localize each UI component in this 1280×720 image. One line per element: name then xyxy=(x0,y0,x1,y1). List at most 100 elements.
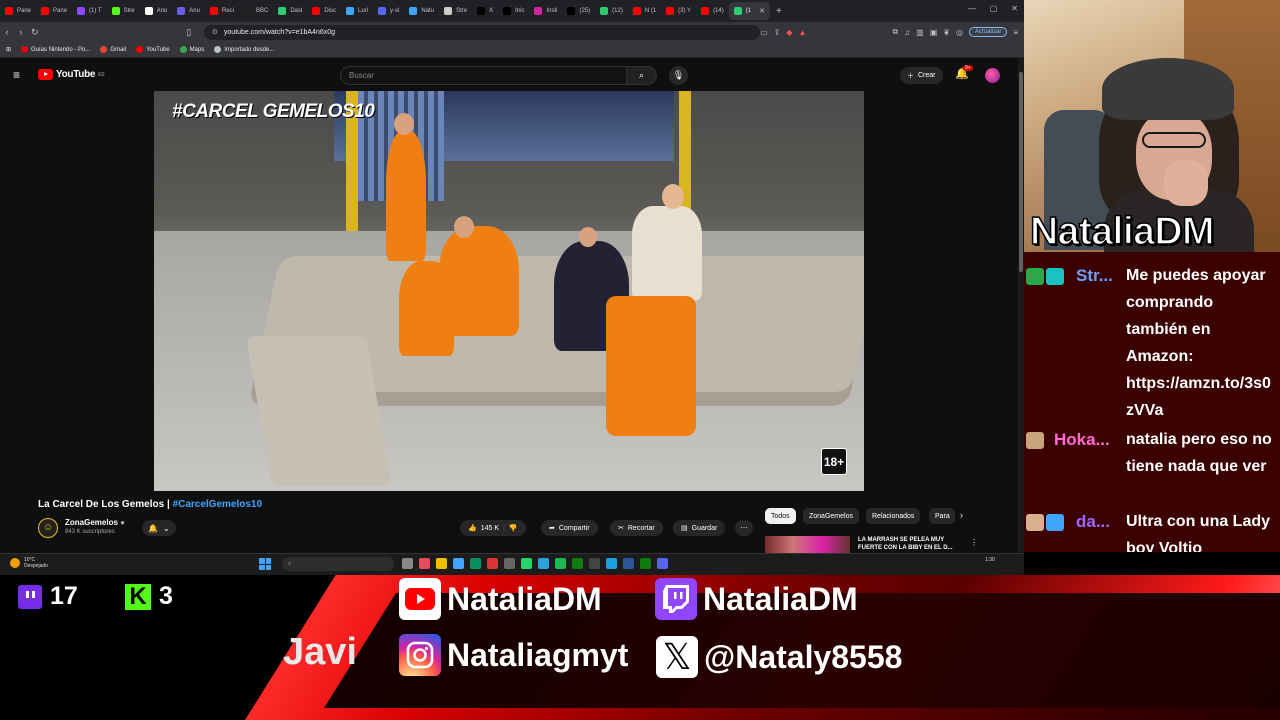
brave-icon[interactable] xyxy=(487,558,498,569)
calculator-icon[interactable] xyxy=(504,558,515,569)
weather-widget[interactable]: 10°C Despejado xyxy=(10,557,48,569)
browser-tab[interactable]: (1) T xyxy=(72,2,107,20)
browser-tab[interactable]: y-sl xyxy=(373,2,404,20)
recommended-thumbnail[interactable] xyxy=(765,536,850,553)
cast-icon[interactable]: ▭ xyxy=(760,28,768,37)
subscription-bell-button[interactable]: 🔔 ⌄ xyxy=(142,520,176,536)
channel-name[interactable]: ZonaGemelos ● xyxy=(65,518,125,527)
apps-icon[interactable]: ⊞ xyxy=(6,46,11,53)
browser-tab[interactable]: (14) xyxy=(696,2,729,20)
browser-tab[interactable]: N (1 xyxy=(628,2,661,20)
browser-tab[interactable]: (3) Y xyxy=(661,2,696,20)
video-player[interactable]: #CARCEL GEMELOS10 18+ xyxy=(154,91,864,491)
chip-relacionados[interactable]: Relacionados xyxy=(866,508,921,524)
music-icon[interactable]: ♫ xyxy=(904,28,910,37)
chip-todos[interactable]: Todos xyxy=(765,508,796,524)
app-icon[interactable] xyxy=(606,558,617,569)
browser-tab[interactable]: Insti xyxy=(529,2,562,20)
wallet-icon[interactable]: ◎ xyxy=(956,28,963,37)
shield-icon[interactable]: ◆ xyxy=(786,28,792,37)
more-vertical-icon[interactable]: ⋮ xyxy=(970,538,978,547)
close-window-icon[interactable]: ✕ xyxy=(1011,4,1018,13)
thumbs-down-icon[interactable]: 👎 xyxy=(509,524,518,532)
browser-tab[interactable]: Dasl xyxy=(273,2,307,20)
create-button[interactable]: ＋ Crear xyxy=(900,67,943,84)
search-button[interactable]: ⌕ xyxy=(627,66,657,85)
browser-tab[interactable]: Pane xyxy=(0,2,36,20)
screenshot-icon[interactable]: ▣ xyxy=(930,28,938,37)
leaf-icon[interactable]: ❦ xyxy=(943,28,950,37)
youtube-logo[interactable]: YouTube ES xyxy=(38,69,105,80)
whatsapp-icon[interactable] xyxy=(521,558,532,569)
video-title-hashtag[interactable]: #CarcelGemelos10 xyxy=(173,499,263,510)
save-button[interactable]: ▤ Guardar xyxy=(673,520,726,536)
more-actions-button[interactable]: ⋯ xyxy=(735,520,753,536)
xbox-icon[interactable] xyxy=(640,558,651,569)
xbox-icon[interactable] xyxy=(572,558,583,569)
update-button[interactable]: Actualizar xyxy=(968,27,1008,37)
browser-tab[interactable]: (25) xyxy=(562,2,595,20)
chevron-right-icon[interactable]: › xyxy=(960,510,963,520)
address-bar[interactable]: ⚙ youtube.com/watch?v=e1bA4n6x0g xyxy=(203,24,761,40)
app-icon[interactable] xyxy=(419,558,430,569)
browser-tab[interactable]: Anu xyxy=(140,2,173,20)
bookmark-item[interactable]: Maps xyxy=(179,46,204,53)
new-tab-icon[interactable]: + xyxy=(776,6,782,17)
browser-tab[interactable]: BBC xyxy=(239,2,273,20)
extension-icon[interactable]: ⧉ xyxy=(892,27,898,37)
bookmark-item[interactable]: YouTube xyxy=(136,46,170,53)
minimize-icon[interactable]: — xyxy=(968,4,976,13)
browser-tab[interactable]: Reci xyxy=(205,2,239,20)
browser-tab[interactable]: Stre xyxy=(439,2,472,20)
forward-icon[interactable]: › xyxy=(14,27,28,37)
app-icon[interactable] xyxy=(623,558,634,569)
browser-tab[interactable]: Pane xyxy=(36,2,72,20)
back-icon[interactable]: ‹ xyxy=(0,27,14,37)
chip-para-ti[interactable]: Para xyxy=(929,508,955,524)
voice-search-button[interactable]: 🎙 xyxy=(669,66,688,85)
browser-tab[interactable]: (1 ✕ xyxy=(728,2,770,20)
windows-start-icon[interactable] xyxy=(259,558,271,570)
bookmark-item[interactable]: Importado desde... xyxy=(214,46,274,53)
scrollbar-thumb[interactable] xyxy=(1019,72,1023,272)
bookmark-item[interactable]: Guías Nintendo - Po... xyxy=(21,46,90,53)
browser-tab[interactable]: (12) xyxy=(595,2,628,20)
obs-icon[interactable] xyxy=(589,558,600,569)
discord-icon[interactable] xyxy=(657,558,668,569)
search-input[interactable]: Buscar xyxy=(340,66,627,85)
browser-tab[interactable]: Stre xyxy=(107,2,140,20)
alert-icon[interactable]: ▲ xyxy=(799,28,807,37)
edge-icon[interactable] xyxy=(470,558,481,569)
browser-tab[interactable]: Inic xyxy=(498,2,529,20)
browser-tab[interactable]: X xyxy=(472,2,498,20)
taskbar-clock[interactable]: 1:30 xyxy=(985,557,995,563)
hamburger-menu-icon[interactable]: ≡ xyxy=(13,68,20,82)
browser-tab[interactable]: Luri xyxy=(341,2,373,20)
chip-zonagemelos[interactable]: ZonaGemelos xyxy=(803,508,859,524)
taskbar-search[interactable]: ⌕ xyxy=(282,557,394,571)
file-explorer-icon[interactable] xyxy=(436,558,447,569)
telegram-icon[interactable] xyxy=(538,558,549,569)
bookmark-star-icon[interactable]: ▯ xyxy=(182,27,196,38)
menu-icon[interactable]: ≡ xyxy=(1013,28,1018,37)
account-avatar[interactable] xyxy=(985,68,1000,83)
browser-tab[interactable]: Disc xyxy=(307,2,341,20)
channel-avatar[interactable]: ☺ xyxy=(38,518,58,538)
site-info-icon[interactable]: ⚙ xyxy=(212,28,218,36)
browser-tab[interactable]: Anu xyxy=(172,2,205,20)
like-count[interactable]: 145 K xyxy=(481,525,499,532)
tab-close-icon[interactable]: ✕ xyxy=(759,7,765,15)
share-button[interactable]: ➦ Compartir xyxy=(541,520,598,536)
task-view-icon[interactable] xyxy=(402,558,413,569)
thumbs-up-icon[interactable]: 👍 xyxy=(468,524,477,532)
maximize-icon[interactable]: ▢ xyxy=(990,4,998,13)
share-icon[interactable]: ⇪ xyxy=(774,28,781,37)
browser-tab[interactable]: Natu xyxy=(404,2,439,20)
clip-button[interactable]: ✂ Recortar xyxy=(610,520,663,536)
recommended-title[interactable]: LA MARRASH SE PELEA MUY FUERTE CON LA BI… xyxy=(858,536,963,552)
sidebar-icon[interactable]: ▥ xyxy=(916,28,924,37)
bookmark-item[interactable]: Gmail xyxy=(100,46,126,53)
app-icon[interactable] xyxy=(453,558,464,569)
reload-icon[interactable]: ↻ xyxy=(28,27,42,38)
play-icon[interactable] xyxy=(555,558,566,569)
